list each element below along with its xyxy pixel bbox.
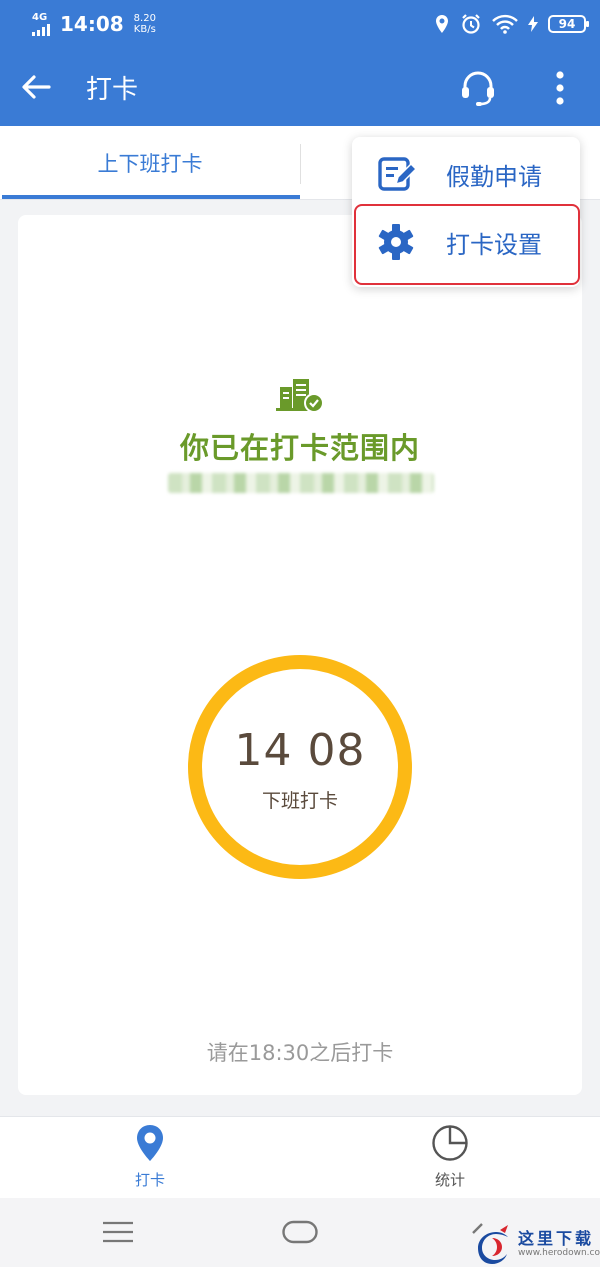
charging-icon [528,16,538,32]
customer-service-button[interactable] [452,62,504,114]
battery-indicator: 94 [548,15,589,33]
back-button[interactable] [0,48,72,126]
net-speed: 8.20 KB/s [134,13,156,35]
location-status-icon [436,15,448,33]
bottom-nav: 打卡 统计 [0,1116,600,1198]
status-bar: 4G 14:08 8.20 KB/s 94 [0,0,600,48]
more-vertical-icon [556,71,564,105]
tab-divider [300,144,301,184]
wifi-icon [492,14,518,34]
checkin-button[interactable]: 14 08 下班打卡 [188,655,412,879]
status-right: 94 [434,13,589,35]
watermark-url: www.herodown.com [518,1248,600,1258]
pie-chart-icon [430,1123,470,1163]
system-menu-button[interactable] [96,1212,140,1252]
nav-label: 统计 [434,1171,465,1189]
signal-bars-icon [32,23,50,36]
nav-item-checkin[interactable]: 打卡 [90,1123,210,1197]
tab-active-indicator [2,195,300,199]
checkin-card: 你已在打卡范围内 14 08 下班打卡 请在18:30之后打卡 [18,215,582,1095]
menu-item-label: 打卡设置 [446,230,542,259]
more-options-button[interactable] [538,62,582,114]
watermark-logo-icon [478,1225,508,1264]
status-left: 4G 14:08 8.20 KB/s [32,12,156,36]
menu-item-label: 假勤申请 [446,162,542,191]
watermark-text: 这里下载 [518,1229,595,1248]
menu-item-leave-request[interactable]: 假勤申请 [352,139,580,209]
headset-icon [462,71,494,106]
nav-label: 打卡 [134,1171,165,1189]
checkin-status-text: 你已在打卡范围内 [179,431,420,465]
menu-icon [103,1221,133,1243]
status-time: 14:08 [60,12,124,36]
page-title: 打卡 [86,74,139,105]
app-bar: 打卡 [0,48,600,126]
blurred-address [168,473,434,493]
edit-document-icon [374,152,418,196]
alarm-icon [462,14,480,34]
signal-indicator: 4G [32,11,50,36]
watermark: 这里下载 www.herodown.com [470,1224,600,1266]
network-type: 4G [32,11,48,23]
gear-icon [374,220,418,264]
net-speed-value: 8.20 [133,13,156,24]
home-pill-icon [282,1220,318,1244]
arrow-left-icon [22,75,51,99]
system-home-button[interactable] [276,1212,324,1252]
building-check-icon [276,379,324,413]
checkin-type-label: 下班打卡 [261,790,338,812]
checkin-hint: 请在18:30之后打卡 [206,1041,394,1065]
menu-item-checkin-settings[interactable]: 打卡设置 [352,207,580,277]
options-dropdown-menu: 假勤申请 打卡设置 [352,137,580,287]
location-pin-icon [130,1123,170,1163]
tab-commute-checkin[interactable]: 上下班打卡 [0,126,300,200]
checkin-time: 14 08 [234,725,366,776]
net-speed-unit: KB/s [133,24,156,35]
nav-item-statistics[interactable]: 统计 [390,1123,510,1197]
